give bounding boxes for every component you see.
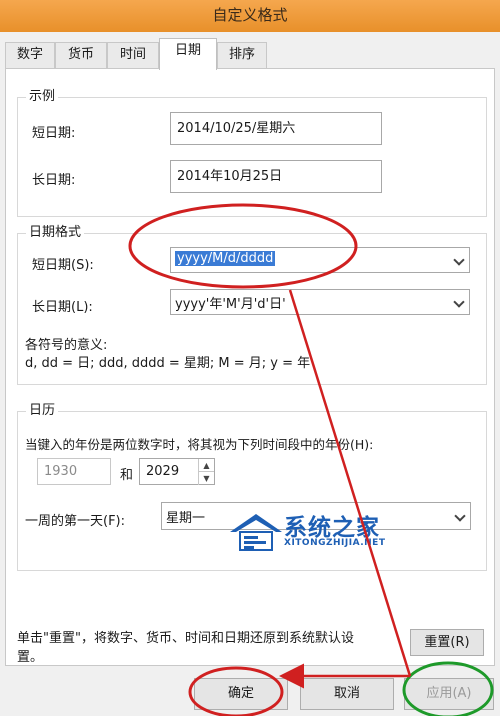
symbols-title: 各符号的意义: — [25, 338, 108, 353]
tab-date[interactable]: 日期 — [159, 38, 217, 70]
and-label: 和 — [120, 468, 134, 483]
long-date-value[interactable]: yyyy'年'M'月'd'日' — [175, 293, 286, 312]
long-date-combo[interactable]: yyyy'年'M'月'd'日' — [170, 289, 470, 315]
watermark-brand: 系统之家 — [284, 515, 380, 541]
reset-description-line2: 置。 — [17, 650, 44, 665]
reset-button[interactable]: 重置(R) — [410, 629, 484, 656]
tab-number[interactable]: 数字 — [5, 42, 55, 68]
example-short-value: 2014/10/25/星期六 — [170, 112, 382, 145]
ok-button[interactable]: 确定 — [194, 678, 288, 710]
reset-description-line1: 单击"重置"，将数字、货币、时间和日期还原到系统默认设 — [17, 631, 354, 646]
tab-currency[interactable]: 货币 — [55, 42, 107, 68]
watermark: 系统之家 XITONGZHIJIA.NET — [226, 508, 426, 558]
year-from-input: 1930 — [37, 458, 111, 485]
chevron-down-icon[interactable] — [453, 296, 465, 308]
date-format-group: 日期格式 短日期(S): yyyy/M/d/dddd 长日期(L): yyyy'… — [17, 225, 487, 385]
example-short-label: 短日期: — [32, 126, 76, 141]
tab-panel-date: 示例 短日期: 2014/10/25/星期六 长日期: 2014年10月25日 … — [5, 68, 495, 666]
chevron-down-icon[interactable] — [454, 510, 466, 522]
spin-up-icon[interactable]: ▲ — [198, 459, 214, 472]
short-date-combo[interactable]: yyyy/M/d/dddd — [170, 247, 470, 273]
apply-button[interactable]: 应用(A) — [404, 678, 494, 710]
first-day-label: 一周的第一天(F): — [25, 514, 126, 529]
first-day-value[interactable]: 星期一 — [166, 507, 205, 526]
date-format-legend: 日期格式 — [26, 225, 85, 241]
tab-sort[interactable]: 排序 — [217, 42, 267, 68]
short-date-label: 短日期(S): — [32, 258, 94, 273]
example-legend: 示例 — [26, 89, 59, 105]
window-titlebar: 自定义格式 — [0, 0, 500, 32]
two-digit-year-text: 当键入的年份是两位数字时，将其视为下列时间段中的年份(H): — [25, 437, 374, 452]
example-group: 示例 短日期: 2014/10/25/星期六 长日期: 2014年10月25日 — [17, 89, 487, 217]
tab-strip: 数字 货币 时间 日期 排序 — [0, 32, 500, 70]
cancel-button[interactable]: 取消 — [300, 678, 394, 710]
year-to-value[interactable]: 2029 — [146, 464, 179, 479]
dialog-button-bar: 确定 取消 应用(A) — [0, 666, 500, 716]
chevron-down-icon[interactable] — [453, 254, 465, 266]
window-title: 自定义格式 — [212, 6, 288, 24]
short-date-value[interactable]: yyyy/M/d/dddd — [175, 251, 276, 266]
long-date-label: 长日期(L): — [32, 300, 93, 315]
example-long-value: 2014年10月25日 — [170, 160, 382, 193]
spin-down-icon[interactable]: ▼ — [198, 472, 214, 485]
house-logo-icon — [230, 514, 282, 551]
calendar-legend: 日历 — [26, 403, 59, 419]
symbols-text: d, dd = 日; ddd, dddd = 星期; M = 月; y = 年 — [25, 356, 311, 371]
year-to-spinner[interactable]: 2029 ▲ ▼ — [139, 458, 215, 485]
tab-time[interactable]: 时间 — [107, 42, 159, 68]
watermark-site: XITONGZHIJIA.NET — [284, 538, 386, 548]
example-long-label: 长日期: — [32, 173, 76, 188]
